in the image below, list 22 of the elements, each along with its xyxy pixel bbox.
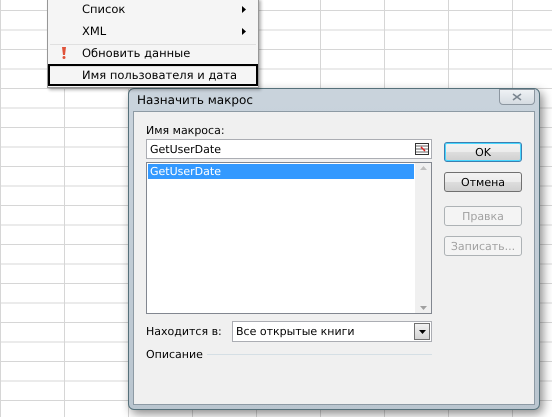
location-label: Находится в: [146, 325, 223, 338]
dialog-title: Назначить макрос [136, 93, 253, 107]
scroll-up-icon [420, 166, 426, 170]
description-label: Описание [146, 348, 203, 361]
submenu-arrow-icon [242, 28, 246, 34]
location-dropdown[interactable]: Все открытые книги [232, 321, 432, 342]
menu-item[interactable]: Обновить данные [48, 42, 258, 64]
menu-item[interactable]: Список [48, 0, 258, 20]
dialog-button[interactable]: Отмена [444, 172, 522, 192]
close-icon [512, 93, 522, 101]
submenu-arrow-icon [242, 6, 246, 12]
menu-item[interactable]: XML [48, 20, 258, 42]
range-select-icon [415, 143, 429, 155]
caret-icon [418, 330, 426, 334]
macro-name-label: Имя макроса: [146, 124, 226, 137]
scroll-down-icon [420, 306, 426, 310]
macro-name-field[interactable]: GetUserDate [146, 139, 432, 159]
menu-item[interactable]: Имя пользователя и дата [48, 64, 258, 86]
dialog-button[interactable]: OK [444, 142, 522, 162]
exclamation-icon [61, 47, 67, 59]
close-button[interactable] [499, 89, 535, 105]
dropdown-button[interactable] [414, 323, 430, 340]
